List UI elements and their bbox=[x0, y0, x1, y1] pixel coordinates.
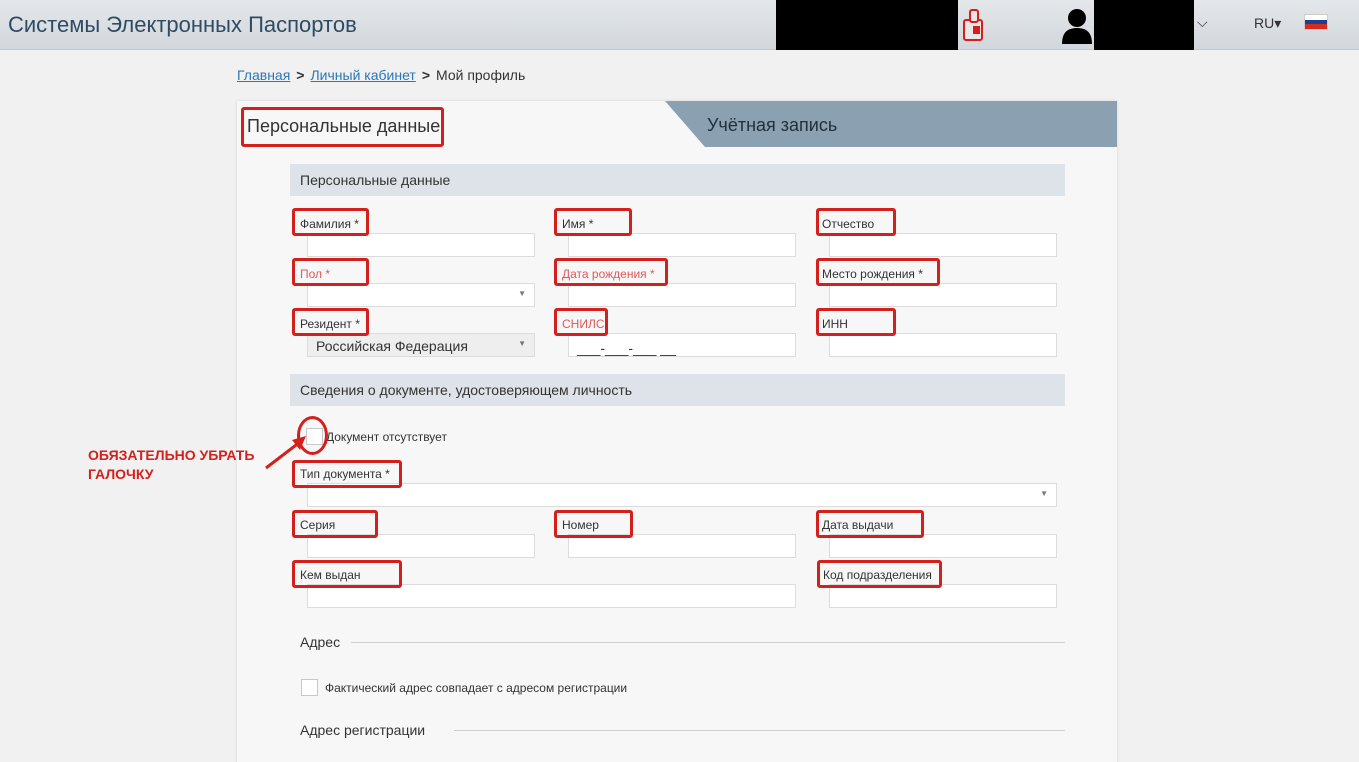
snils-label: СНИЛС bbox=[562, 317, 605, 331]
dropdown-arrow-icon: ▼ bbox=[518, 289, 526, 298]
issued-by-label: Кем выдан bbox=[300, 568, 361, 582]
series-input[interactable] bbox=[307, 534, 535, 558]
same-address-checkbox[interactable] bbox=[301, 679, 318, 696]
first-name-label: Имя * bbox=[562, 217, 594, 231]
patronymic-input[interactable] bbox=[829, 233, 1057, 257]
user-icon[interactable] bbox=[1060, 6, 1094, 44]
annotation-note: ОБЯЗАТЕЛЬНО УБРАТЬ ГАЛОЧКУ bbox=[88, 447, 255, 482]
snils-input[interactable]: ___-___-___ __ bbox=[568, 333, 796, 357]
wallet-icon[interactable] bbox=[962, 8, 986, 42]
section-personal-data: Персональные данные bbox=[290, 164, 1065, 196]
resident-label: Резидент * bbox=[300, 317, 360, 331]
number-label: Номер bbox=[562, 518, 599, 532]
registration-address-heading: Адрес регистрации bbox=[300, 722, 426, 738]
same-address-label: Фактический адрес совпадает с адресом ре… bbox=[325, 681, 628, 695]
address-heading: Адрес bbox=[300, 634, 341, 650]
app-title[interactable]: Системы Электронных Паспортов bbox=[8, 12, 357, 38]
resident-select[interactable]: Российская Федерация ▼ bbox=[307, 333, 535, 357]
dropdown-arrow-icon: ▼ bbox=[1040, 489, 1048, 498]
number-input[interactable] bbox=[568, 534, 796, 558]
dept-code-label: Код подразделения bbox=[823, 568, 932, 582]
inn-label: ИНН bbox=[822, 317, 848, 331]
no-document-label: Документ отсутствует bbox=[326, 430, 447, 444]
birth-place-input[interactable] bbox=[829, 283, 1057, 307]
dept-code-input[interactable] bbox=[829, 584, 1057, 608]
gender-label: Пол * bbox=[300, 267, 331, 281]
russia-flag-icon[interactable] bbox=[1304, 14, 1328, 30]
breadcrumb: Главная > Личный кабинет > Мой профиль bbox=[237, 67, 525, 83]
top-bar: Системы Электронных Паспортов ⌵ RU▾ bbox=[0, 0, 1359, 50]
issue-date-input[interactable] bbox=[829, 534, 1057, 558]
section-identity-document: Сведения о документе, удостоверяющем лич… bbox=[290, 374, 1065, 406]
doc-type-select[interactable]: ▼ bbox=[307, 483, 1057, 507]
issued-by-input[interactable] bbox=[307, 584, 796, 608]
birth-date-label: Дата рождения * bbox=[562, 267, 655, 281]
chevron-down-icon[interactable]: ⌵ bbox=[1197, 14, 1208, 31]
redacted-block bbox=[776, 0, 958, 50]
patronymic-label: Отчество bbox=[822, 217, 875, 231]
tab-account[interactable]: Учётная запись bbox=[665, 101, 1117, 147]
breadcrumb-separator: > bbox=[421, 67, 430, 83]
divider bbox=[454, 730, 1065, 731]
birth-place-label: Место рождения * bbox=[822, 267, 923, 281]
divider bbox=[351, 642, 1065, 643]
breadcrumb-cabinet-link[interactable]: Личный кабинет bbox=[310, 67, 415, 83]
last-name-input[interactable] bbox=[307, 233, 535, 257]
doc-type-label: Тип документа * bbox=[300, 467, 390, 481]
annotation-arrow-icon bbox=[265, 436, 306, 470]
breadcrumb-separator: > bbox=[296, 67, 305, 83]
issue-date-label: Дата выдачи bbox=[822, 518, 894, 532]
last-name-label: Фамилия * bbox=[300, 217, 359, 231]
profile-card: Персональные данные Учётная запись Персо… bbox=[237, 101, 1117, 762]
redacted-username bbox=[1094, 0, 1194, 50]
breadcrumb-current: Мой профиль bbox=[436, 67, 526, 83]
inn-input[interactable] bbox=[829, 333, 1057, 357]
dropdown-arrow-icon: ▼ bbox=[518, 339, 526, 348]
first-name-input[interactable] bbox=[568, 233, 796, 257]
breadcrumb-home-link[interactable]: Главная bbox=[237, 67, 290, 83]
gender-select[interactable]: ▼ bbox=[307, 283, 535, 307]
tab-personal-data[interactable]: Персональные данные bbox=[237, 101, 667, 147]
birth-date-input[interactable] bbox=[568, 283, 796, 307]
series-label: Серия bbox=[300, 518, 336, 532]
language-selector[interactable]: RU▾ bbox=[1254, 15, 1281, 32]
